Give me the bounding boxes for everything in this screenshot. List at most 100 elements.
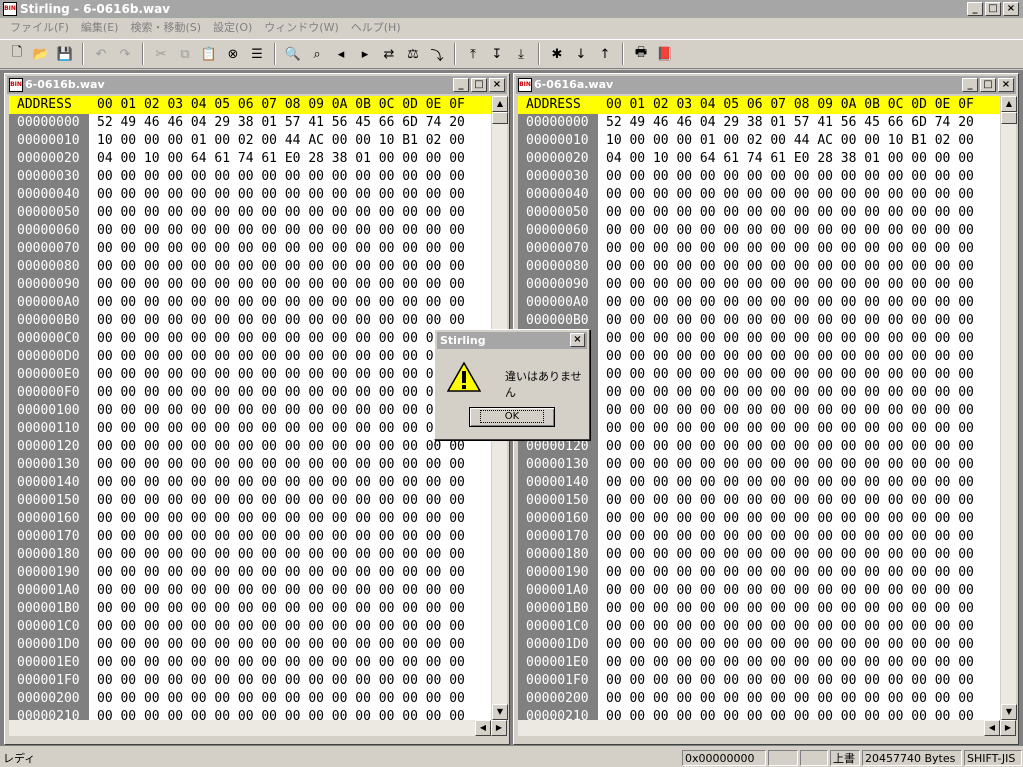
row-bytes[interactable]: 00 00 00 00 00 00 00 00 00 00 00 00 00 0… <box>97 276 465 294</box>
goto-address-button[interactable]: ↧ <box>486 43 508 65</box>
delete-button[interactable]: ⊗ <box>222 43 244 65</box>
hex-window-right-title-bar[interactable]: BIN 6-0616a.wav _ □ × <box>516 76 1016 94</box>
hex-row[interactable]: 00000050 00 00 00 00 00 00 00 00 00 00 00… <box>9 204 491 222</box>
scroll-thumb[interactable] <box>1001 112 1017 124</box>
hex-row[interactable]: 00000170 00 00 00 00 00 00 00 00 00 00 00… <box>518 528 1000 546</box>
hex-row[interactable]: 000001E0 00 00 00 00 00 00 00 00 00 00 00… <box>9 654 491 672</box>
scroll-left-button[interactable]: ◀ <box>475 720 491 736</box>
hex-window-right-maximize-button[interactable]: □ <box>980 78 996 92</box>
scroll-right-button[interactable]: ▶ <box>491 720 507 736</box>
row-bytes[interactable]: 00 00 00 00 00 00 00 00 00 00 00 00 00 0… <box>97 240 465 258</box>
row-bytes[interactable]: 00 00 00 00 00 00 00 00 00 00 00 00 00 0… <box>97 564 465 582</box>
hex-grid-right[interactable]: ADDRESS 00 01 02 03 04 05 06 07 08 09 0A… <box>518 96 1000 720</box>
hex-row[interactable]: 00000020 04 00 10 00 64 61 74 61 E0 28 38… <box>518 150 1000 168</box>
row-bytes[interactable]: 00 00 00 00 00 00 00 00 00 00 00 00 00 0… <box>606 222 974 240</box>
hex-row[interactable]: 000000C0 00 00 00 00 00 00 00 00 00 00 00… <box>9 330 491 348</box>
hex-row[interactable]: 00000180 00 00 00 00 00 00 00 00 00 00 00… <box>9 546 491 564</box>
hex-row[interactable]: 00000120 00 00 00 00 00 00 00 00 00 00 00… <box>9 438 491 456</box>
find-button[interactable]: 🔍 <box>282 43 304 65</box>
row-bytes[interactable]: 00 00 00 00 00 00 00 00 00 00 00 00 00 0… <box>606 204 974 222</box>
save-file-button[interactable]: 💾 <box>54 43 76 65</box>
mark-button[interactable]: ✱ <box>546 43 568 65</box>
hex-row[interactable]: 0000010000 00 00 00 00 00 00 00 00 00 00… <box>9 402 491 420</box>
row-bytes[interactable]: 00 00 00 00 00 00 00 00 00 00 00 00 00 0… <box>606 510 974 528</box>
row-bytes[interactable]: 00 00 00 00 00 00 00 00 00 00 00 00 00 0… <box>97 528 465 546</box>
hex-window-right-close-button[interactable]: × <box>998 78 1014 92</box>
hex-row[interactable]: 00000200 00 00 00 00 00 00 00 00 00 00 00… <box>9 690 491 708</box>
hex-row[interactable]: 00000110 00 00 00 00 00 00 00 00 00 00 00… <box>9 420 491 438</box>
hex-row[interactable]: 000000E000 00 00 00 00 00 00 00 00 00 00… <box>518 366 1000 384</box>
row-bytes[interactable]: 00 00 00 00 00 00 00 00 00 00 00 00 00 0… <box>606 492 974 510</box>
scroll-right-button[interactable]: ▶ <box>1000 720 1016 736</box>
menu-window[interactable]: ウィンドウ(W) <box>258 18 344 37</box>
row-bytes[interactable]: 00 00 00 00 00 00 00 00 00 00 00 00 00 0… <box>606 312 974 330</box>
replace-button[interactable]: ⇄ <box>378 43 400 65</box>
hex-row[interactable]: 00000180 00 00 00 00 00 00 00 00 00 00 00… <box>518 546 1000 564</box>
scroll-thumb[interactable] <box>492 112 508 124</box>
dialog-title-bar[interactable]: Stirling × <box>437 332 587 349</box>
hex-row[interactable]: 000001C0 00 00 00 00 00 00 00 00 00 00 00… <box>9 618 491 636</box>
row-bytes[interactable]: 00 00 00 00 00 00 00 00 00 00 00 00 00 0… <box>606 276 974 294</box>
app-close-button[interactable]: × <box>1003 2 1019 16</box>
scroll-up-button[interactable]: ▲ <box>492 96 508 112</box>
hex-row[interactable]: 0000010000 00 00 00 00 00 00 00 00 00 00… <box>518 402 1000 420</box>
row-bytes[interactable]: 00 00 00 00 00 00 00 00 00 00 00 00 00 0… <box>97 402 465 420</box>
horizontal-scrollbar-left[interactable]: ◀ ▶ <box>9 720 507 736</box>
row-bytes[interactable]: 00 00 00 00 00 00 00 00 00 00 00 00 00 0… <box>606 618 974 636</box>
hex-row[interactable]: 000000E000 00 00 00 00 00 00 00 00 00 00… <box>9 366 491 384</box>
hex-row[interactable]: 000000D000 00 00 00 00 00 00 00 00 00 00… <box>518 348 1000 366</box>
jump-button[interactable]: ⤵ <box>426 43 448 65</box>
app-restore-button[interactable]: □ <box>985 2 1001 16</box>
row-bytes[interactable]: 00 00 00 00 00 00 00 00 00 00 00 00 00 0… <box>97 258 465 276</box>
row-bytes[interactable]: 00 00 00 00 00 00 00 00 00 00 00 00 00 0… <box>606 294 974 312</box>
hex-row[interactable]: 000001C0 00 00 00 00 00 00 00 00 00 00 00… <box>518 618 1000 636</box>
mark-prev-button[interactable]: ↑ <box>594 43 616 65</box>
hex-row[interactable]: 00000190 00 00 00 00 00 00 00 00 00 00 00… <box>518 564 1000 582</box>
row-bytes[interactable]: 00 00 00 00 00 00 00 00 00 00 00 00 00 0… <box>97 420 465 438</box>
hex-row[interactable]: 00000210 00 00 00 00 00 00 00 00 00 00 00… <box>518 708 1000 720</box>
ok-button[interactable]: OK <box>469 407 555 427</box>
horizontal-scrollbar-right[interactable]: ◀ ▶ <box>518 720 1016 736</box>
row-bytes[interactable]: 00 00 00 00 00 00 00 00 00 00 00 00 00 0… <box>97 600 465 618</box>
row-bytes[interactable]: 00 00 00 00 00 00 00 00 00 00 00 00 00 0… <box>606 186 974 204</box>
hex-row[interactable]: 00000030 00 00 00 00 00 00 00 00 00 00 00… <box>9 168 491 186</box>
hex-row[interactable]: 00000190 00 00 00 00 00 00 00 00 00 00 00… <box>9 564 491 582</box>
row-bytes[interactable]: 00 00 00 00 00 00 00 00 00 00 00 00 00 0… <box>606 636 974 654</box>
row-bytes[interactable]: 00 00 00 00 00 00 00 00 00 00 00 00 00 0… <box>97 312 465 330</box>
hex-window-right-minimize-button[interactable]: _ <box>962 78 978 92</box>
mark-next-button[interactable]: ↓ <box>570 43 592 65</box>
row-bytes[interactable]: 00 00 00 00 00 00 00 00 00 00 00 00 00 0… <box>97 348 465 366</box>
hex-row[interactable]: 000001B0 00 00 00 00 00 00 00 00 00 00 00… <box>9 600 491 618</box>
row-bytes[interactable]: 52 49 46 46 04 29 38 01 57 41 56 45 66 6… <box>97 114 465 132</box>
scroll-down-button[interactable]: ▼ <box>492 704 508 720</box>
compare-button[interactable]: ⚖ <box>402 43 424 65</box>
hex-row[interactable]: 000000F000 00 00 00 00 00 00 00 00 00 00… <box>518 384 1000 402</box>
hex-row[interactable]: 000001B0 00 00 00 00 00 00 00 00 00 00 00… <box>518 600 1000 618</box>
hex-row[interactable]: 00000060 00 00 00 00 00 00 00 00 00 00 00… <box>518 222 1000 240</box>
redo-button[interactable]: ↷ <box>114 43 136 65</box>
find-hex-button[interactable]: ⌕ <box>306 43 328 65</box>
row-bytes[interactable]: 00 00 00 00 00 00 00 00 00 00 00 00 00 0… <box>97 168 465 186</box>
undo-button[interactable]: ↶ <box>90 43 112 65</box>
row-bytes[interactable]: 00 00 00 00 00 00 00 00 00 00 00 00 00 0… <box>97 654 465 672</box>
hex-row[interactable]: 00000040 00 00 00 00 00 00 00 00 00 00 00… <box>518 186 1000 204</box>
row-bytes[interactable]: 00 00 00 00 00 00 00 00 00 00 00 00 00 0… <box>606 240 974 258</box>
find-prev-button[interactable]: ◂ <box>330 43 352 65</box>
compare-result-dialog[interactable]: Stirling × 違いはありません OK <box>434 329 590 440</box>
row-bytes[interactable]: 00 00 00 00 00 00 00 00 00 00 00 00 00 0… <box>606 672 974 690</box>
row-bytes[interactable]: 00 00 00 00 00 00 00 00 00 00 00 00 00 0… <box>606 348 974 366</box>
hex-row[interactable]: 00000150 00 00 00 00 00 00 00 00 00 00 00… <box>518 492 1000 510</box>
hex-row[interactable]: 00000070 00 00 00 00 00 00 00 00 00 00 00… <box>518 240 1000 258</box>
row-bytes[interactable]: 10 00 00 00 01 00 02 00 44 AC 00 00 10 B… <box>606 132 974 150</box>
find-next-button[interactable]: ▸ <box>354 43 376 65</box>
row-bytes[interactable]: 00 00 00 00 00 00 00 00 00 00 00 00 00 0… <box>606 690 974 708</box>
row-bytes[interactable]: 04 00 10 00 64 61 74 61 E0 28 38 01 00 0… <box>606 150 974 168</box>
row-bytes[interactable]: 00 00 00 00 00 00 00 00 00 00 00 00 00 0… <box>606 456 974 474</box>
hex-row[interactable]: 00000200 00 00 00 00 00 00 00 00 00 00 00… <box>518 690 1000 708</box>
row-bytes[interactable]: 00 00 00 00 00 00 00 00 00 00 00 00 00 0… <box>97 294 465 312</box>
row-bytes[interactable]: 00 00 00 00 00 00 00 00 00 00 00 00 00 0… <box>97 366 465 384</box>
goto-end-button[interactable]: ⤓ <box>510 43 532 65</box>
copy-button[interactable]: ⧉ <box>174 43 196 65</box>
print-button[interactable]: 🖶 <box>630 43 652 65</box>
hex-row[interactable]: 00000010 10 00 00 00 01 00 02 00 44 AC 00… <box>9 132 491 150</box>
